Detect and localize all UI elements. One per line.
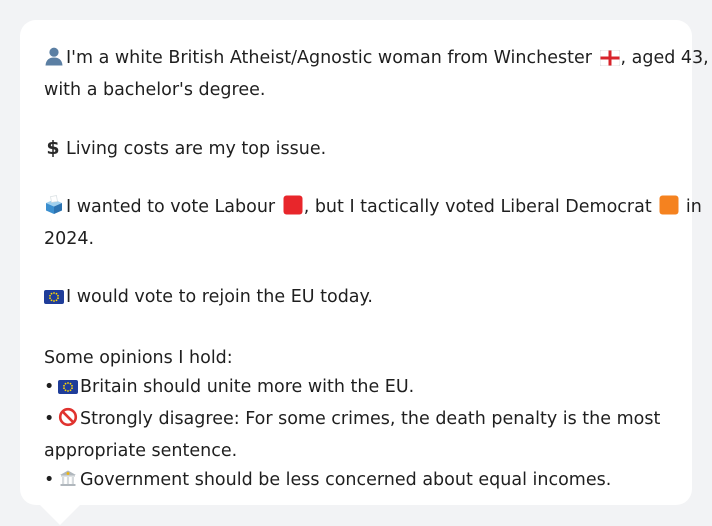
- opinion-text: Britain should unite more with the EU.: [80, 377, 415, 397]
- opinion-text-continued: appropriate sentence.: [44, 441, 238, 461]
- eu-stance-text: I would vote to rejoin the EU today.: [66, 287, 373, 307]
- orange-square-icon: [659, 195, 679, 225]
- opinion-text: Strongly disagree: For some crimes, the …: [80, 409, 661, 429]
- bullet: •: [44, 470, 55, 490]
- opinions-heading: Some opinions I hold:: [44, 348, 233, 368]
- building-icon: [58, 468, 78, 498]
- vote-text-1: I wanted to vote Labour: [66, 197, 276, 217]
- intro-text: I'm a white British Atheist/Agnostic wom…: [66, 48, 592, 68]
- ballot-box-icon: [44, 195, 64, 225]
- intro-age: , aged 43,: [620, 48, 709, 68]
- opinion-item: • Strongly disagree: For some crimes, th…: [44, 405, 668, 437]
- bubble-tail: [40, 505, 80, 525]
- opinion-item: • Britain should unite more with the EU.: [44, 373, 668, 405]
- top-issue-line: $ Living costs are my top issue.: [44, 134, 668, 164]
- eu-stance-line: I would vote to rejoin the EU today.: [44, 283, 668, 315]
- eu-flag-icon: [58, 376, 78, 405]
- opinion-text: Government should be less concerned abou…: [80, 470, 612, 490]
- vote-year: 2024.: [44, 229, 95, 249]
- person-silhouette-icon: [44, 46, 64, 76]
- intro-line-2: with a bachelor's degree.: [44, 80, 266, 100]
- message-bubble: I'm a white British Atheist/Agnostic wom…: [20, 20, 709, 505]
- red-square-icon: [283, 195, 303, 225]
- eu-flag-icon: [44, 286, 64, 315]
- vote-text-3: in: [680, 197, 702, 217]
- intro-line-1: I'm a white British Atheist/Agnostic wom…: [44, 44, 709, 76]
- bullet: •: [44, 377, 55, 397]
- prohibited-icon: [58, 407, 78, 437]
- vote-text-2: , but I tactically voted Liberal Democra…: [303, 197, 652, 217]
- vote-line-1: I wanted to vote Labour , but I tactical…: [44, 193, 702, 225]
- dollar-icon: $: [46, 137, 60, 159]
- bullet: •: [44, 409, 55, 429]
- england-flag-icon: [599, 47, 620, 76]
- opinion-item: • Government should be less concerned ab…: [44, 466, 668, 498]
- top-issue-text: Living costs are my top issue.: [66, 139, 327, 159]
